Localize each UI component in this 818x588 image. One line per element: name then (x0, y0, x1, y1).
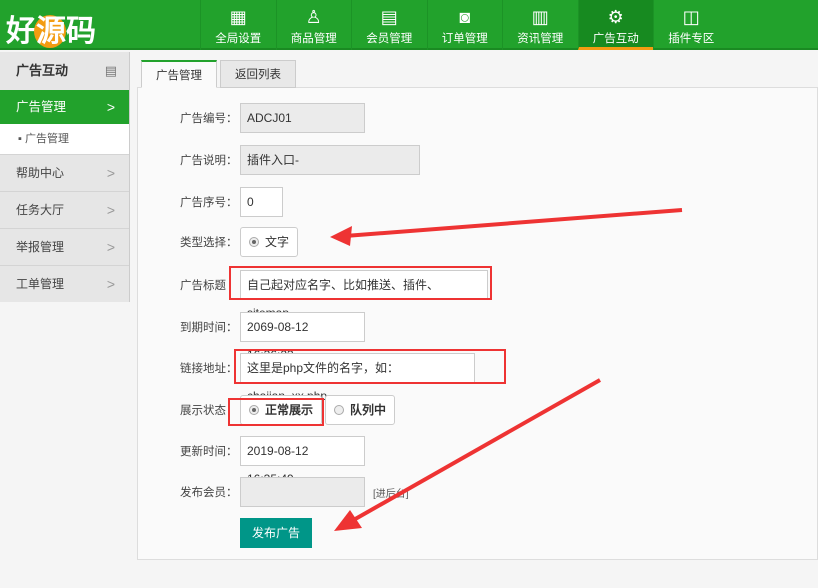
arrow-line (344, 208, 683, 238)
annotation-arrows (330, 208, 683, 531)
arrow-head (334, 510, 362, 531)
arrow-head (330, 226, 352, 246)
arrow-line (349, 378, 601, 524)
